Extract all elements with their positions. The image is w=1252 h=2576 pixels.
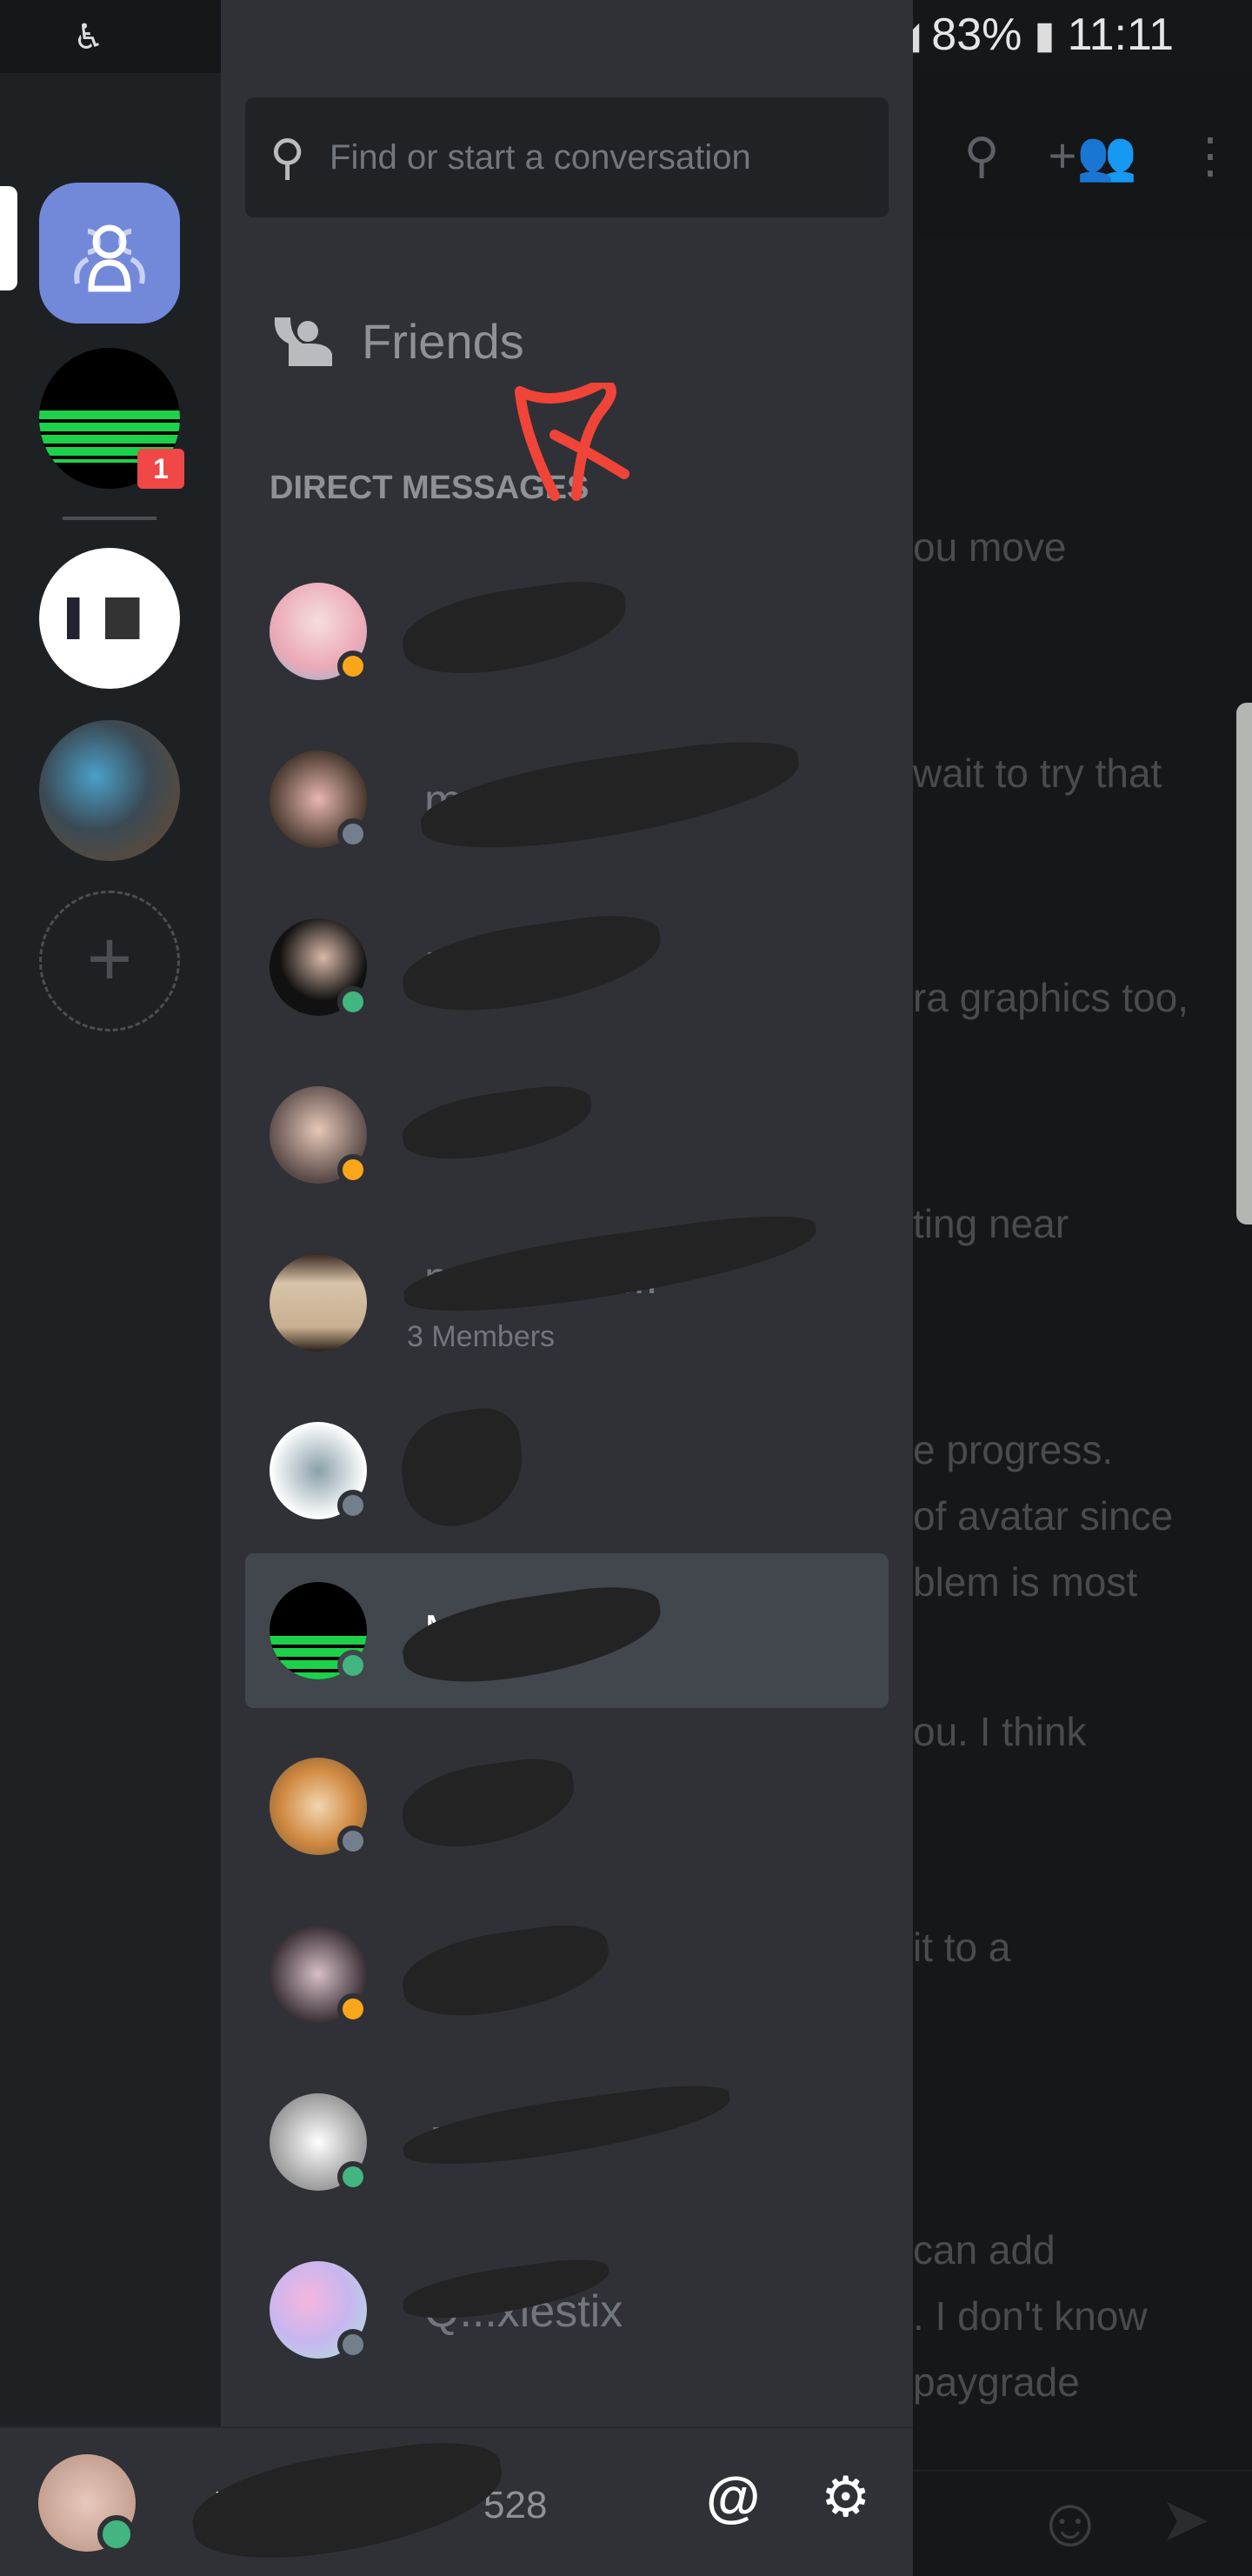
dm-item[interactable]: Q...xiestix — [245, 2225, 889, 2392]
redaction — [397, 907, 667, 1022]
redaction — [186, 2433, 509, 2572]
chat-message: blem is most — [913, 1559, 1138, 1605]
dm-item[interactable]: F...g — [245, 1385, 889, 1553]
status-indicator — [337, 651, 369, 682]
chat-message: ou. I think — [913, 1709, 1087, 1754]
status-indicator — [337, 1154, 369, 1185]
battery-percent: 83% — [931, 10, 1022, 60]
direct-messages-header: DIRECT MESSAGES — [270, 470, 589, 506]
status-indicator — [337, 818, 369, 850]
send-icon[interactable]: ➤ — [1160, 2484, 1211, 2555]
redaction — [398, 1080, 596, 1167]
redaction — [399, 1205, 822, 1325]
server-icon-2[interactable] — [39, 548, 180, 689]
dm-list: L... motoko...ll E... mo...kaka... 3 Mem… — [245, 546, 889, 2392]
mention-badge: 1 — [137, 449, 184, 489]
chat-area: ⚲ +👥 ⋮ ou move wait to try that ra graph… — [913, 73, 1252, 2426]
dm-item[interactable] — [245, 1050, 889, 1218]
status-indicator — [337, 2161, 369, 2192]
chat-message: can add — [913, 2227, 1056, 2272]
avatar — [270, 1254, 367, 1351]
user-status-indicator — [97, 2515, 136, 2553]
chat-message: wait to try that — [913, 751, 1162, 796]
redaction — [397, 574, 632, 684]
chat-message: of avatar since — [913, 1493, 1174, 1538]
dm-panel: ⚲ Friends DIRECT MESSAGES L... motoko...… — [221, 0, 913, 2426]
status-indicator — [337, 1993, 369, 2025]
status-indicator — [337, 1490, 369, 1521]
status-indicator — [337, 986, 369, 1018]
redaction — [397, 1578, 667, 1693]
search-bar[interactable]: ⚲ — [245, 97, 889, 217]
mentions-icon[interactable]: @ — [706, 2465, 760, 2529]
chat-message: ra graphics too, — [913, 975, 1189, 1020]
selected-indicator — [0, 186, 17, 290]
dm-item[interactable]: D... — [245, 1721, 889, 1889]
chat-message: paygrade — [913, 2359, 1080, 2405]
server-icon-3[interactable] — [39, 720, 180, 861]
dm-item[interactable]: J... — [245, 2057, 889, 2225]
plus-icon: + — [86, 916, 133, 1003]
friends-button[interactable]: Friends — [270, 313, 524, 370]
add-friend-icon[interactable]: +👥 — [1049, 127, 1137, 184]
accessibility-icon: ♿ — [73, 18, 104, 57]
chat-message: it to a — [913, 1925, 1011, 1970]
dm-item[interactable]: motoko...ll — [245, 714, 889, 882]
friends-label: Friends — [362, 314, 524, 369]
search-input[interactable] — [328, 137, 854, 178]
redaction — [396, 1752, 581, 1855]
chat-message: ou move — [913, 524, 1067, 570]
battery-icon: ▮ — [1034, 13, 1056, 57]
scroll-handle[interactable] — [1236, 703, 1252, 1225]
divider — [63, 517, 156, 520]
chat-message: ting near — [913, 1201, 1069, 1246]
dm-item[interactable]: L... — [245, 546, 889, 714]
settings-icon[interactable]: ⚙ — [821, 2465, 870, 2530]
friends-icon — [274, 317, 332, 366]
member-count: 3 Members — [407, 1320, 556, 1353]
add-server-button[interactable]: + — [39, 891, 180, 1031]
clock: 11:11 — [1067, 10, 1174, 60]
status-indicator — [337, 1825, 369, 1857]
redaction — [394, 1403, 531, 1533]
search-icon: ⚲ — [270, 130, 306, 184]
status-indicator — [337, 1650, 369, 1681]
redaction — [396, 1918, 616, 2025]
chat-input-bar: ☺ ➤ — [913, 2470, 1252, 2576]
home-icon — [74, 224, 145, 292]
server-rail: 1 + — [0, 73, 221, 2426]
user-bar: J... 528 @ ⚙ — [0, 2426, 913, 2576]
search-icon[interactable]: ⚲ — [964, 127, 1000, 184]
dm-item-selected[interactable]: M... — [245, 1553, 889, 1708]
home-button[interactable] — [39, 183, 180, 324]
chat-message: . I don't know — [913, 2293, 1148, 2339]
chat-header: ⚲ +👥 ⋮ — [913, 73, 1252, 238]
redaction — [399, 2077, 735, 2176]
dm-item-group[interactable]: mo...kaka... 3 Members — [245, 1205, 889, 1385]
emoji-icon[interactable]: ☺ — [1035, 2482, 1106, 2562]
more-icon[interactable]: ⋮ — [1186, 127, 1235, 184]
redaction — [415, 731, 806, 863]
status-indicator — [337, 2329, 369, 2360]
dm-item[interactable]: E... — [245, 882, 889, 1050]
dm-item[interactable]: T... — [245, 1889, 889, 2057]
chat-message: e progress. — [913, 1427, 1114, 1472]
